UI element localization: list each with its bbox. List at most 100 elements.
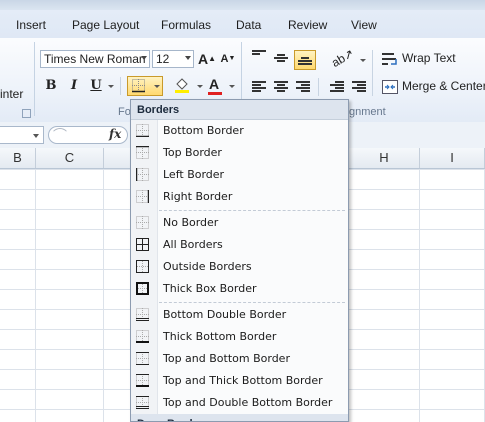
- menu-item-label: Thick Box Border: [163, 282, 257, 295]
- menu-item-right-border[interactable]: Right Border: [131, 187, 348, 208]
- no-border-icon: [136, 216, 149, 229]
- top-align-icon[interactable]: [252, 50, 266, 62]
- clipboard-launcher-icon[interactable]: [22, 109, 31, 118]
- right-border-icon: [136, 190, 149, 203]
- wrap-text-label: Wrap Text: [402, 51, 456, 65]
- menu-item-label: Thick Bottom Border: [163, 330, 277, 343]
- bottom-align-icon: [298, 57, 312, 69]
- tab-review[interactable]: Review: [288, 18, 327, 32]
- column-header-h[interactable]: H: [349, 148, 420, 168]
- ribbon-tabs: Insert Page Layout Formulas Data Review …: [0, 10, 485, 39]
- borders-menu-header: Borders: [131, 100, 348, 120]
- underline-dropdown-icon[interactable]: [108, 85, 114, 88]
- outside-borders-icon: [136, 260, 149, 273]
- decrease-indent-icon[interactable]: [330, 81, 344, 93]
- formula-controls: ⌒ fx: [48, 126, 128, 144]
- wrap-text-icon: [382, 53, 397, 65]
- orientation-button[interactable]: ab↗: [329, 46, 356, 70]
- paint-bucket-icon: [175, 78, 189, 93]
- italic-button[interactable]: I: [64, 76, 84, 96]
- menu-item-label: Right Border: [163, 190, 233, 203]
- divider: [120, 77, 121, 95]
- grow-font-button[interactable]: A▲: [197, 49, 217, 69]
- align-center-icon[interactable]: [274, 81, 288, 93]
- menu-item-no-border[interactable]: No Border: [131, 213, 348, 234]
- tab-page-layout[interactable]: Page Layout: [72, 18, 139, 32]
- menu-item-label: Top and Thick Bottom Border: [163, 374, 323, 387]
- group-separator: [34, 42, 35, 116]
- chevron-down-icon: [154, 85, 160, 88]
- name-box[interactable]: [0, 126, 44, 144]
- insert-function-button[interactable]: fx: [109, 127, 121, 141]
- font-color-swatch: [208, 92, 222, 95]
- tab-formulas[interactable]: Formulas: [161, 18, 211, 32]
- top-bottom-border-icon: [136, 352, 149, 365]
- font-color-button[interactable]: A: [205, 76, 227, 96]
- grow-font-icon: A: [197, 51, 209, 67]
- menu-item-thick-bottom-border[interactable]: Thick Bottom Border: [131, 327, 348, 348]
- bottom-align-button[interactable]: [294, 50, 316, 70]
- font-family-select[interactable]: Times New Roman: [40, 50, 150, 68]
- menu-item-all-borders[interactable]: All Borders: [131, 235, 348, 256]
- align-left-icon[interactable]: [252, 81, 266, 93]
- menu-item-label: No Border: [163, 216, 219, 229]
- alignment-group-label: gnment: [349, 106, 386, 118]
- divider: [318, 78, 319, 96]
- menu-item-bottom-border[interactable]: Bottom Border: [131, 121, 348, 142]
- title-bar: [0, 0, 485, 10]
- all-borders-icon: [136, 238, 149, 251]
- increase-indent-icon[interactable]: [352, 81, 366, 93]
- menu-item-top-double-bottom-border[interactable]: Top and Double Bottom Border: [131, 393, 348, 414]
- font-group-label: Fo: [118, 106, 131, 118]
- fill-color-dropdown-icon[interactable]: [197, 85, 203, 88]
- draw-borders-header: Draw Borders: [131, 414, 348, 421]
- shrink-font-icon: A: [220, 53, 229, 65]
- column-header-c[interactable]: C: [36, 148, 104, 168]
- top-thick-bottom-border-icon: [136, 374, 149, 387]
- menu-item-bottom-double-border[interactable]: Bottom Double Border: [131, 305, 348, 326]
- chevron-down-icon: [185, 56, 191, 60]
- font-color-icon: A: [209, 76, 220, 92]
- grid-line: [103, 169, 104, 422]
- grid-line: [419, 169, 420, 422]
- menu-separator: [159, 210, 345, 211]
- shrink-font-button[interactable]: A▼: [218, 49, 238, 69]
- menu-item-top-bottom-border[interactable]: Top and Bottom Border: [131, 349, 348, 370]
- menu-item-top-border[interactable]: Top Border: [131, 143, 348, 164]
- borders-button[interactable]: [127, 76, 163, 96]
- column-header-b[interactable]: B: [0, 148, 36, 168]
- tab-view[interactable]: View: [351, 18, 377, 32]
- tab-data[interactable]: Data: [236, 18, 261, 32]
- menu-item-thick-box-border[interactable]: Thick Box Border: [131, 279, 348, 300]
- menu-item-label: All Borders: [163, 238, 223, 251]
- orientation-icon: ab↗: [329, 46, 357, 70]
- menu-item-label: Top Border: [163, 146, 222, 159]
- thick-box-border-icon: [136, 282, 149, 295]
- font-color-dropdown-icon[interactable]: [229, 85, 235, 88]
- bottom-border-icon: [136, 124, 149, 137]
- middle-align-icon[interactable]: [274, 54, 288, 66]
- menu-item-top-thick-bottom-border[interactable]: Top and Thick Bottom Border: [131, 371, 348, 392]
- bold-button[interactable]: B: [41, 76, 61, 96]
- align-right-icon[interactable]: [296, 81, 310, 93]
- menu-item-outside-borders[interactable]: Outside Borders: [131, 257, 348, 278]
- orientation-dropdown-icon[interactable]: [360, 59, 366, 62]
- underline-button[interactable]: U: [86, 76, 106, 96]
- tab-insert[interactable]: Insert: [16, 18, 46, 32]
- font-size-select[interactable]: 12: [152, 50, 194, 68]
- format-painter-label[interactable]: inter: [0, 87, 23, 101]
- menu-item-label: Outside Borders: [163, 260, 252, 273]
- grid-line: [35, 169, 36, 422]
- fill-color-button[interactable]: [172, 76, 196, 96]
- menu-item-label: Bottom Border: [163, 124, 244, 137]
- menu-item-left-border[interactable]: Left Border: [131, 165, 348, 186]
- font-size-value: 12: [156, 52, 170, 66]
- top-border-icon: [136, 146, 149, 159]
- thick-bottom-border-icon: [136, 330, 149, 343]
- menu-item-label: Bottom Double Border: [163, 308, 287, 321]
- borders-icon: [132, 79, 145, 93]
- column-header-i[interactable]: I: [420, 148, 485, 168]
- menu-item-label: Left Border: [163, 168, 225, 181]
- menu-separator: [159, 302, 345, 303]
- divider: [372, 50, 373, 96]
